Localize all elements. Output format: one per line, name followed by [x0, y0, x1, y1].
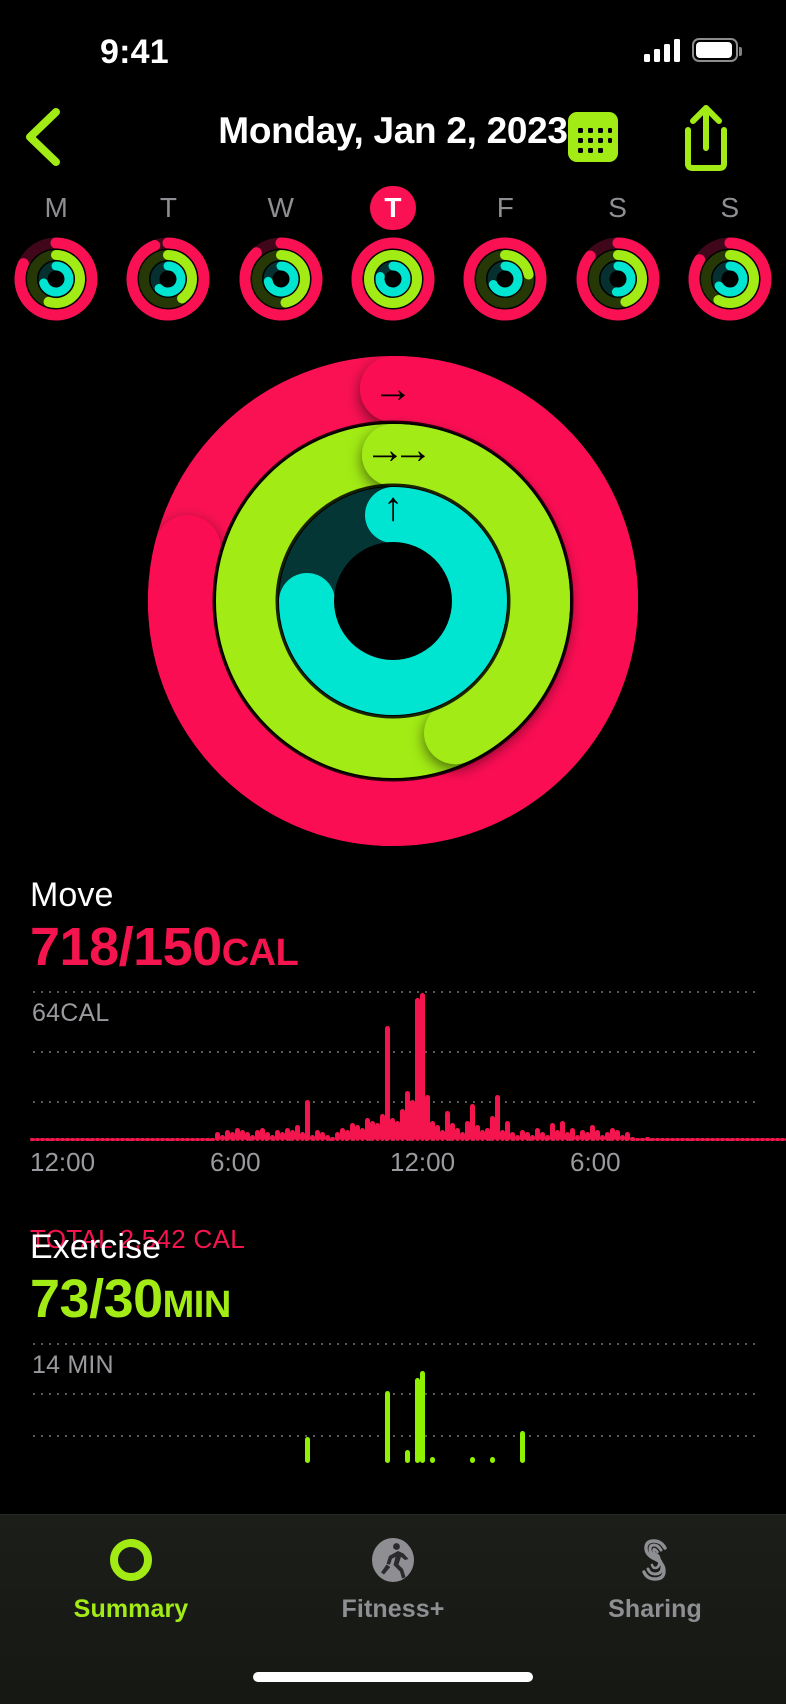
tab-summary[interactable]: Summary — [0, 1533, 262, 1624]
tab-fitness-plus[interactable]: Fitness+ — [262, 1533, 524, 1624]
week-day-letter: S — [707, 186, 753, 230]
week-day-rings — [238, 236, 324, 322]
move-chart-bars — [30, 991, 756, 1141]
week-day-0[interactable]: M — [0, 180, 112, 310]
move-value: 718/150CAL — [30, 917, 786, 977]
week-day-letter: T — [370, 186, 416, 230]
week-day-1[interactable]: T — [112, 180, 224, 310]
tab-summary-label: Summary — [74, 1595, 189, 1624]
x-tick-label: 12:00 — [390, 1147, 455, 1178]
activity-rings-svg — [144, 352, 642, 850]
status-bar: 9:41 — [0, 0, 786, 100]
exercise-value-unit: MIN — [163, 1284, 231, 1326]
tab-fitness-plus-label: Fitness+ — [342, 1595, 445, 1624]
exercise-value: 73/30MIN — [30, 1269, 786, 1329]
home-indicator[interactable] — [253, 1672, 533, 1682]
week-day-letter: W — [258, 186, 304, 230]
week-day-3[interactable]: T — [337, 180, 449, 310]
week-day-2[interactable]: W — [225, 180, 337, 310]
exercise-value-number: 73/30 — [30, 1269, 163, 1329]
tab-bar[interactable]: Summary Fitness+ — [0, 1514, 786, 1704]
move-value-number: 718/150 — [30, 917, 222, 977]
exercise-label: Exercise — [30, 1228, 786, 1267]
navigation-bar: Monday, Jan 2, 2023 — [0, 102, 786, 174]
running-person-icon — [368, 1533, 418, 1587]
week-day-rings — [350, 236, 436, 322]
battery-icon — [692, 38, 738, 62]
tab-sharing[interactable]: Sharing — [524, 1533, 786, 1624]
exercise-section[interactable]: Exercise 73/30MIN 14 MIN — [0, 1228, 786, 1463]
exercise-chart[interactable]: 14 MIN — [30, 1343, 756, 1463]
exercise-chart-bars — [30, 1343, 756, 1463]
week-day-letter: F — [482, 186, 528, 230]
fitness-app-screen: 9:41 Monday, Jan 2, 2023 — [0, 0, 786, 1704]
chart-bar — [520, 1431, 525, 1464]
week-day-rings — [575, 236, 661, 322]
week-day-letter: S — [595, 186, 641, 230]
chart-bar — [305, 1437, 310, 1463]
move-chart[interactable]: 64CAL 12:006:0012:006:00 — [30, 991, 756, 1141]
move-section[interactable]: Move 718/150CAL 64CAL 12:006:0012:006:00… — [0, 876, 786, 1141]
chart-bar — [385, 1391, 390, 1463]
page-title: Monday, Jan 2, 2023 — [0, 110, 786, 152]
week-day-4[interactable]: F — [449, 180, 561, 310]
week-day-letter: T — [145, 186, 191, 230]
x-tick-label: 12:00 — [30, 1147, 95, 1178]
week-day-rings — [462, 236, 548, 322]
week-day-selector[interactable]: MTWTFSS — [0, 180, 786, 310]
status-time: 9:41 — [100, 33, 169, 72]
move-label: Move — [30, 876, 786, 915]
week-day-letter: M — [33, 186, 79, 230]
calendar-icon[interactable] — [566, 110, 620, 164]
activity-ring-icon — [106, 1533, 156, 1587]
tab-sharing-label: Sharing — [608, 1595, 702, 1624]
cellular-signal-icon — [644, 38, 680, 62]
activity-rings[interactable]: → →→ ↑ — [144, 352, 642, 850]
chart-bar — [755, 1460, 756, 1463]
sharing-s-icon — [629, 1533, 681, 1587]
chart-bar — [625, 1132, 630, 1141]
share-icon[interactable] — [678, 102, 734, 172]
status-indicators — [644, 38, 738, 62]
week-day-rings — [687, 236, 773, 322]
x-tick-label: 6:00 — [570, 1147, 621, 1178]
chart-bar — [305, 1100, 310, 1142]
week-day-rings — [13, 236, 99, 322]
week-day-rings — [125, 236, 211, 322]
week-day-6[interactable]: S — [674, 180, 786, 310]
move-value-unit: CAL — [222, 932, 299, 974]
move-chart-x-labels: 12:00 6:00 12:00 6:00 — [30, 1147, 756, 1177]
chart-bar — [420, 1371, 425, 1463]
week-day-5[interactable]: S — [561, 180, 673, 310]
x-tick-label: 6:00 — [210, 1147, 261, 1178]
